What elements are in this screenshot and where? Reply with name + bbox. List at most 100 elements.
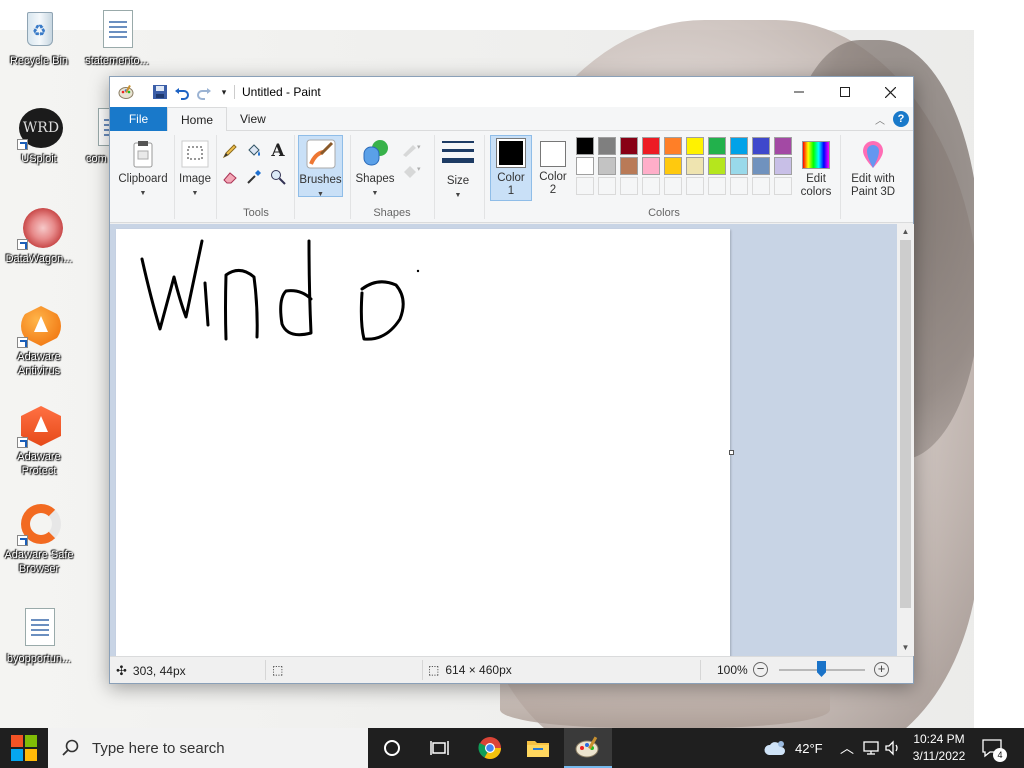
custom-color-slot[interactable]	[730, 177, 748, 195]
eraser-icon[interactable]	[220, 167, 240, 187]
desktop-icon-adaware-antivirus[interactable]: Adaware Antivirus	[0, 304, 78, 378]
palette-swatch[interactable]	[664, 137, 682, 155]
chrome-button[interactable]	[466, 728, 514, 768]
file-explorer-button[interactable]	[514, 728, 562, 768]
custom-color-slot[interactable]	[642, 177, 660, 195]
weather-widget[interactable]: 42°F	[763, 728, 823, 768]
close-button[interactable]	[867, 77, 913, 107]
palette-swatch[interactable]	[598, 157, 616, 175]
minimize-button[interactable]	[776, 77, 822, 107]
custom-color-slot[interactable]	[576, 177, 594, 195]
desktop-icon-datawagon[interactable]: DataWagon...	[0, 206, 78, 266]
palette-swatch[interactable]	[730, 157, 748, 175]
tab-view[interactable]: View	[227, 107, 279, 131]
title-bar[interactable]: ▾ Untitled - Paint	[110, 77, 913, 107]
custom-color-slot[interactable]	[686, 177, 704, 195]
palette-swatch[interactable]	[620, 137, 638, 155]
custom-color-slot[interactable]	[664, 177, 682, 195]
desktop-icon-recycle-bin[interactable]: Recycle Bin	[0, 8, 78, 68]
palette-swatch[interactable]	[708, 137, 726, 155]
palette-swatch[interactable]	[774, 157, 792, 175]
maximize-button[interactable]	[822, 77, 868, 107]
collapse-ribbon-icon[interactable]: ︿	[875, 112, 885, 127]
network-button[interactable]	[862, 728, 880, 768]
color-picker-icon[interactable]	[244, 167, 264, 187]
group-separator	[434, 135, 435, 219]
custom-color-slot[interactable]	[620, 177, 638, 195]
magnifier-icon[interactable]	[268, 167, 288, 187]
palette-swatch[interactable]	[576, 137, 594, 155]
desktop-icon-label: USploit	[21, 153, 57, 165]
zoom-slider-thumb[interactable]	[817, 661, 826, 677]
fill-shape-icon[interactable]: ▾	[398, 161, 426, 181]
desktop-icon-byopportun[interactable]: byopportun...	[0, 606, 78, 666]
paint-app-icon[interactable]	[118, 84, 134, 100]
palette-swatch[interactable]	[576, 157, 594, 175]
palette-swatch[interactable]	[708, 157, 726, 175]
drawing-canvas[interactable]	[116, 229, 730, 656]
custom-color-slot[interactable]	[598, 177, 616, 195]
color1-button[interactable]: Color 1	[490, 135, 532, 201]
cortana-button[interactable]	[368, 728, 416, 768]
undo-icon[interactable]	[174, 84, 190, 100]
desktop-icon-com[interactable]: com	[78, 106, 110, 166]
custom-color-slot[interactable]	[752, 177, 770, 195]
palette-swatch[interactable]	[774, 137, 792, 155]
help-icon[interactable]: ?	[893, 111, 909, 127]
edit-colors-button[interactable]: Edit colors	[796, 135, 836, 201]
vertical-scrollbar[interactable]: ▲ ▼	[897, 224, 914, 656]
edit-with-paint3d-button[interactable]: Edit with Paint 3D	[844, 135, 902, 201]
palette-swatch[interactable]	[598, 137, 616, 155]
palette-swatch[interactable]	[686, 157, 704, 175]
tab-file[interactable]: File	[110, 107, 167, 131]
custom-color-slot[interactable]	[774, 177, 792, 195]
palette-swatch[interactable]	[642, 157, 660, 175]
task-view-button[interactable]	[416, 728, 464, 768]
zoom-in-icon[interactable]: +	[874, 662, 889, 677]
move-cursor-icon: ✣	[116, 663, 127, 678]
size-button[interactable]: Size ▼	[438, 135, 478, 205]
shapes-button[interactable]: Shapes ▼	[354, 135, 396, 205]
tab-home[interactable]: Home	[167, 107, 228, 132]
color1-swatch	[499, 141, 523, 165]
palette-swatch[interactable]	[664, 157, 682, 175]
palette-swatch[interactable]	[686, 137, 704, 155]
fill-icon[interactable]	[244, 141, 264, 161]
system-clock[interactable]: 10:24 PM 3/11/2022	[905, 731, 973, 765]
palette-swatch[interactable]	[642, 137, 660, 155]
volume-button[interactable]	[884, 728, 902, 768]
save-icon[interactable]	[152, 84, 168, 100]
desktop-icon-usploit[interactable]: WRD USploit	[0, 106, 78, 166]
clipboard-button[interactable]: Clipboard ▼	[114, 135, 172, 205]
brushes-button[interactable]: Brushes ▼	[298, 135, 343, 198]
show-hidden-icons-button[interactable]: ︿	[840, 728, 854, 768]
selection-icon: ⬚	[272, 663, 284, 677]
palette-swatch[interactable]	[730, 137, 748, 155]
action-center-button[interactable]: 4	[982, 728, 1007, 768]
color2-button[interactable]: Color 2	[534, 135, 572, 201]
redo-icon[interactable]	[196, 84, 212, 100]
desktop-icon-label: com	[86, 153, 107, 165]
text-icon[interactable]: A	[268, 141, 288, 161]
canvas-resize-handle[interactable]	[729, 450, 734, 455]
paint-taskbar-button[interactable]	[564, 728, 612, 768]
search-box[interactable]: Type here to search	[48, 728, 368, 768]
zoom-out-icon[interactable]: −	[753, 662, 768, 677]
palette-swatch[interactable]	[620, 157, 638, 175]
scroll-down-icon[interactable]: ▼	[897, 640, 914, 656]
custom-color-slot[interactable]	[708, 177, 726, 195]
scrollbar-thumb[interactable]	[900, 240, 911, 608]
start-button[interactable]	[0, 728, 48, 768]
outline-icon[interactable]: ▾	[398, 139, 426, 159]
palette-swatch[interactable]	[752, 137, 770, 155]
customize-quick-access-icon[interactable]: ▾	[216, 84, 232, 100]
desktop-icon-statement[interactable]: statemento...	[78, 8, 156, 68]
palette-swatch[interactable]	[752, 157, 770, 175]
pencil-icon[interactable]	[220, 141, 240, 161]
desktop-icon-adaware-safe-browser[interactable]: Adaware Safe Browser	[0, 502, 78, 576]
desktop-icon-adaware-protect[interactable]: Adaware Protect	[0, 404, 78, 478]
image-button[interactable]: Image ▼	[176, 135, 214, 205]
clipboard-label: Clipboard	[118, 173, 168, 185]
canvas-workspace[interactable]	[110, 224, 897, 656]
scroll-up-icon[interactable]: ▲	[897, 224, 914, 240]
